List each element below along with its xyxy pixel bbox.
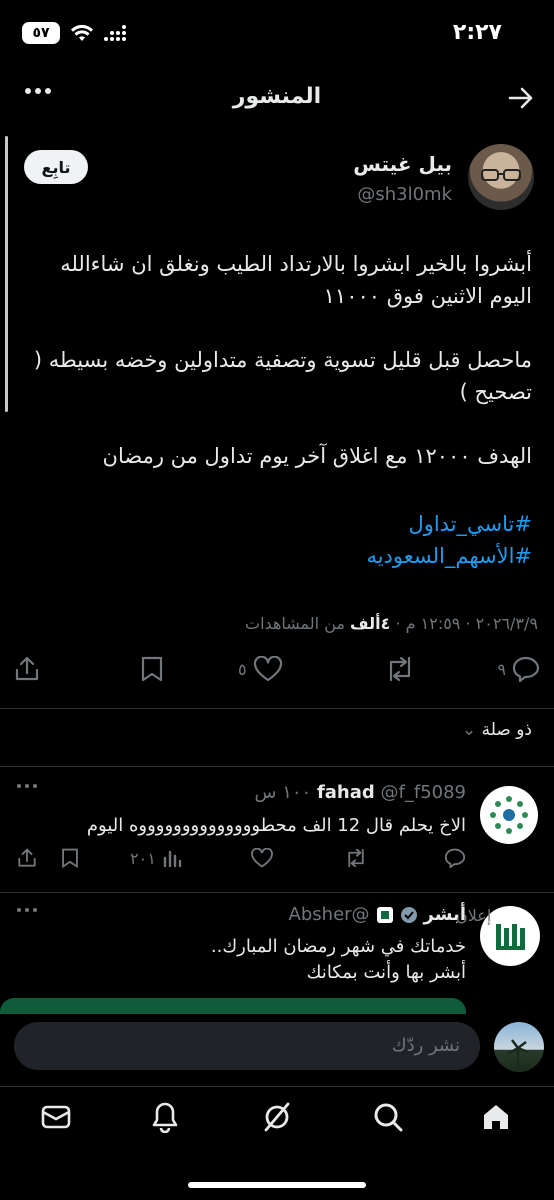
home-indicator bbox=[188, 1182, 366, 1188]
reply-composer: نشر ردّك bbox=[0, 1014, 554, 1080]
wifi-icon bbox=[70, 23, 94, 43]
more-options-icon[interactable] bbox=[16, 782, 38, 790]
reply-icon bbox=[512, 656, 540, 682]
author-name[interactable]: بيل غيتس bbox=[353, 152, 452, 176]
post-date: ٢٠٢٦/٣/٩ bbox=[475, 614, 538, 633]
search-icon[interactable] bbox=[372, 1101, 404, 1133]
views-label: من المشاهدات bbox=[245, 614, 345, 633]
analytics-icon bbox=[163, 850, 181, 868]
relevance-dropdown[interactable]: ذو صلة ⌄ bbox=[462, 720, 532, 740]
verified-icon bbox=[400, 906, 418, 924]
org-badge-icon bbox=[376, 906, 394, 924]
signal-icon bbox=[104, 24, 126, 42]
post-paragraph: ماحصل قبل قليل تسوية وتصفية متداولين وخض… bbox=[33, 348, 532, 404]
relevance-label: ذو صلة bbox=[481, 720, 532, 740]
post-paragraph: أبشروا بالخير ابشروا بالارتداد الطيب ونغ… bbox=[60, 252, 532, 308]
reply-text: الاخ يحلم قال 12 الف محطووووووووووووووه … bbox=[86, 815, 466, 836]
hashtag-link[interactable]: #الأسهم_السعوديه bbox=[22, 540, 532, 572]
reply-count: ٩ bbox=[497, 659, 506, 679]
author-handle[interactable]: @sh3l0mk bbox=[357, 184, 452, 205]
chevron-down-icon: ⌄ bbox=[461, 720, 477, 740]
reply-avatar[interactable] bbox=[480, 786, 538, 844]
back-arrow-icon[interactable] bbox=[508, 86, 534, 110]
divider bbox=[0, 708, 554, 709]
ad-header: أبشر @Absher bbox=[289, 904, 466, 925]
status-icons: ٥٧ bbox=[22, 22, 126, 44]
more-options-icon[interactable] bbox=[24, 86, 52, 96]
post-meta: ٢٠٢٦/٣/٩ · ١٢:٥٩ م · ٤ألف من المشاهدات bbox=[245, 614, 538, 633]
like-count: ٥ bbox=[238, 659, 247, 679]
share-icon[interactable] bbox=[16, 848, 38, 868]
reply-icon[interactable] bbox=[444, 848, 466, 868]
hashtag-link[interactable]: #تاسي_تداول bbox=[22, 508, 532, 540]
bottom-nav bbox=[0, 1086, 554, 1151]
ad-author-handle[interactable]: @Absher bbox=[289, 904, 370, 925]
ad-line: خدماتك في شهر رمضان المبارك.. bbox=[210, 936, 466, 957]
reply-author-handle[interactable]: @f_f5089 bbox=[381, 782, 466, 803]
divider bbox=[0, 892, 554, 893]
bookmark-icon[interactable] bbox=[140, 656, 164, 682]
reply-placeholder: نشر ردّك bbox=[391, 1035, 460, 1056]
mail-icon[interactable] bbox=[40, 1101, 72, 1133]
views-count[interactable]: ٤ألف bbox=[350, 614, 390, 633]
more-options-icon[interactable] bbox=[16, 906, 38, 914]
grok-icon[interactable] bbox=[262, 1101, 292, 1133]
like-action[interactable]: ٥ bbox=[238, 656, 283, 682]
reply-input[interactable]: نشر ردّك bbox=[14, 1022, 480, 1070]
reply-header: fahad @f_f5089 ١٠٠ س bbox=[255, 782, 467, 803]
ad-line: أبشر بها وأنت بمكانك bbox=[306, 962, 466, 983]
heart-icon bbox=[253, 656, 282, 682]
bookmark-icon[interactable] bbox=[60, 848, 80, 868]
share-icon[interactable] bbox=[14, 656, 40, 682]
author-avatar[interactable] bbox=[468, 144, 534, 210]
post-time: ١٢:٥٩ م bbox=[405, 614, 461, 633]
reply-time: ١٠٠ س bbox=[254, 782, 312, 803]
status-bar: ٢:٢٧ ٥٧ bbox=[0, 0, 554, 70]
heart-icon[interactable] bbox=[250, 848, 274, 868]
divider bbox=[0, 766, 554, 767]
follow-button[interactable]: تابِع bbox=[24, 150, 88, 184]
repost-icon[interactable] bbox=[384, 656, 416, 682]
clock: ٢:٢٧ bbox=[452, 20, 502, 45]
post-actions: ٩ ٥ bbox=[0, 656, 554, 696]
page-title: المنشور bbox=[232, 84, 322, 109]
post-paragraph: الهدف ١٢٠٠٠ مع اغلاق آخر يوم تداول من رم… bbox=[102, 444, 532, 468]
hashtags: #تاسي_تداول #الأسهم_السعوديه bbox=[22, 508, 532, 572]
ad-text: خدماتك في شهر رمضان المبارك.. أبشر بها و… bbox=[46, 934, 466, 986]
repost-icon[interactable] bbox=[344, 848, 368, 868]
bell-icon[interactable] bbox=[150, 1101, 180, 1133]
battery-icon: ٥٧ bbox=[22, 22, 60, 44]
reply-actions: ٢٠١ bbox=[0, 848, 554, 878]
post-text: أبشروا بالخير ابشروا بالارتداد الطيب ونغ… bbox=[22, 248, 532, 504]
post-header: المنشور bbox=[0, 74, 554, 124]
views-action[interactable]: ٢٠١ bbox=[130, 848, 182, 868]
ad-label: إعلان bbox=[456, 906, 492, 925]
reply-author-name[interactable]: fahad bbox=[317, 782, 375, 803]
reply-views-count: ٢٠١ bbox=[130, 848, 156, 868]
user-avatar[interactable] bbox=[494, 1022, 544, 1072]
reply-action[interactable]: ٩ bbox=[497, 656, 540, 682]
scrollbar[interactable] bbox=[5, 136, 8, 412]
home-icon[interactable] bbox=[480, 1101, 512, 1133]
